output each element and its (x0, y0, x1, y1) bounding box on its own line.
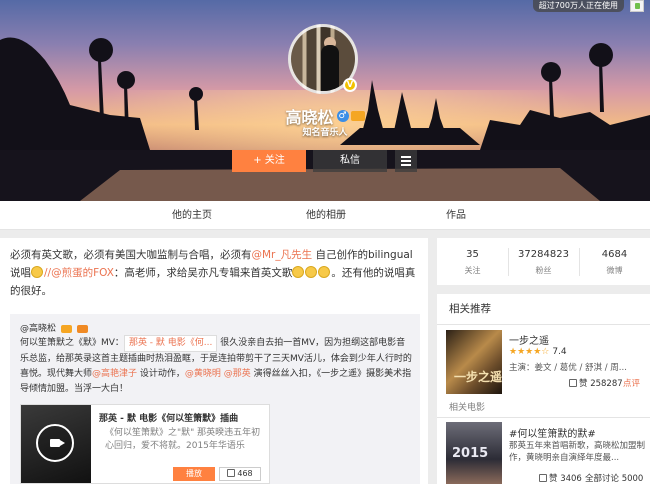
mention-link[interactable]: @黄晓明 (185, 369, 221, 379)
more-menu-button[interactable] (395, 150, 417, 172)
stat-number: 37284823 (518, 249, 569, 260)
profile-tabs: 他的主页 他的相册 作品 (0, 201, 650, 230)
smile-emoji-icon (318, 266, 331, 278)
topic-poster[interactable]: 2015 (446, 422, 502, 484)
feed-post: 必须有英文歌，必须有美国大咖监制与合唱，必须有@Mr_凡先生 自己创作的bili… (0, 238, 428, 484)
review-link[interactable]: 点评 (623, 377, 640, 389)
repost-text: 何以笙箫默之《默》MV： 那英 - 默 电影《何... 很久没亲自去拍一首MV，因… (20, 335, 412, 397)
recommend-title: 相关推荐 (449, 303, 491, 315)
movie-cast: 主演：姜文 / 葛优 / 舒淇 / 周... (509, 363, 627, 373)
stat-fans[interactable]: 37284823 粉丝 (508, 238, 579, 285)
smile-emoji-icon (305, 266, 318, 278)
mention-link[interactable]: //@煎蛋的FOX (44, 267, 114, 279)
thumb-up-icon (227, 469, 236, 477)
profile-cover: 超过700万人正在使用 V 高晓松 ♂ 知名音乐人 + 关注 私信 (0, 0, 650, 201)
smile-emoji-icon (292, 266, 305, 278)
video-thumbnail[interactable] (21, 405, 91, 483)
stat-label: 微博 (606, 266, 623, 275)
follow-button[interactable]: + 关注 (232, 150, 306, 172)
topic-desc: 那英五年来首唱新歌，高晓松加盟制作，黄晓明亲自演绎年度最... (509, 441, 646, 463)
mention-link[interactable]: @高艳津子 (92, 369, 137, 379)
video-card-title[interactable]: 那英 - 默 电影《何以笙箫默》插曲 (99, 411, 238, 424)
video-media-tag[interactable]: 那英 - 默 电影《何... (123, 335, 218, 352)
profile-stats: 35 关注 37284823 粉丝 4684 微博 (437, 238, 650, 285)
mention-link[interactable]: @那英 (224, 369, 251, 379)
topic-name[interactable]: #何以笙箫默的默# (509, 425, 596, 440)
repost-box: @高晓松 何以笙箫默之《默》MV： 那英 - 默 电影《何... 很久没亲自去拍一… (10, 314, 420, 484)
like-count: 468 (237, 469, 253, 478)
video-play-icon[interactable] (36, 424, 74, 462)
user-count-badge: 超过700万人正在使用 (532, 0, 624, 12)
menu-icon (401, 156, 411, 158)
stat-label: 关注 (464, 266, 481, 275)
thumb-up-icon (569, 379, 577, 387)
cool-emoji-icon (31, 266, 43, 278)
vip-crown-icon (350, 111, 365, 121)
related-movies-label: 相关电影 (449, 403, 486, 413)
rating-stars: ★★★★☆ 7.4 (509, 347, 567, 357)
poster-title: 2015 (452, 446, 489, 461)
male-gender-icon: ♂ (336, 110, 349, 122)
movie-like-button[interactable]: 赞 258287 (569, 377, 623, 389)
app-corner-icon[interactable] (630, 0, 644, 12)
profile-title: 知名音乐人 (302, 128, 348, 138)
message-button[interactable]: 私信 (313, 150, 387, 172)
movie-poster[interactable]: 一步之遥 (446, 330, 502, 394)
tab-works[interactable]: 作品 (446, 201, 466, 230)
post-text-part: 必须有英文歌，必须有美国大咖监制与合唱，必须有 (10, 249, 252, 261)
rating-score: 7.4 (552, 347, 567, 357)
verified-icon (60, 324, 72, 333)
recommend-panel: 相关推荐 一步之遥 一步之遥 ★★★★☆ 7.4 主演：姜文 / 葛优 / 舒淇 … (437, 294, 650, 484)
mention-link[interactable]: @Mr_凡先生 (252, 249, 313, 261)
movie-name[interactable]: 一步之遥 (509, 332, 549, 347)
video-card[interactable]: 那英 - 默 电影《何以笙箫默》插曲 《何以笙箫默》之"默" 那英暌违五年初心回… (20, 404, 270, 484)
topic-discuss-count[interactable]: 全部讨论 5000 (585, 472, 643, 484)
repost-text-part: 何以笙箫默之《默》MV： (20, 338, 124, 348)
camera-icon (50, 439, 65, 447)
repost-text-part: 设计动作， (137, 369, 185, 379)
star-icons: ★★★★☆ (509, 347, 550, 357)
stat-number: 35 (466, 249, 479, 260)
play-button[interactable]: 播放 (173, 467, 215, 481)
repost-author[interactable]: @高晓松 (20, 321, 88, 334)
movie-like-count: 赞 258287 (579, 379, 623, 389)
poster-title: 一步之遥 (454, 370, 503, 384)
post-text: 必须有英文歌，必须有美国大咖监制与合唱，必须有@Mr_凡先生 自己创作的bili… (10, 246, 420, 300)
avatar-person-body (321, 45, 339, 91)
stat-following[interactable]: 35 关注 (437, 238, 508, 285)
divider (437, 324, 650, 325)
like-button[interactable]: 468 (219, 467, 261, 481)
thumb-up-icon (539, 474, 547, 482)
tab-album[interactable]: 他的相册 (306, 201, 346, 230)
repost-author-name[interactable]: @高晓松 (20, 324, 56, 334)
post-text-part: ：高老师，求给吴亦凡专辑来首英文歌 (113, 267, 293, 279)
topic-like-count: 赞 3406 (549, 474, 582, 484)
verified-icon: V (343, 78, 357, 92)
video-card-desc: 《何以笙箫默》之"默" 那英暌违五年初心回归，爱不将就。2015年华语乐 (105, 428, 261, 451)
stat-number: 4684 (601, 249, 628, 260)
tab-home[interactable]: 他的主页 (172, 201, 212, 230)
stat-label: 粉丝 (535, 266, 552, 275)
topic-like-button[interactable]: 赞 3406 (539, 472, 582, 484)
stat-weibo[interactable]: 4684 微博 (579, 238, 650, 285)
vip-crown-icon (76, 324, 88, 333)
divider (437, 417, 650, 418)
